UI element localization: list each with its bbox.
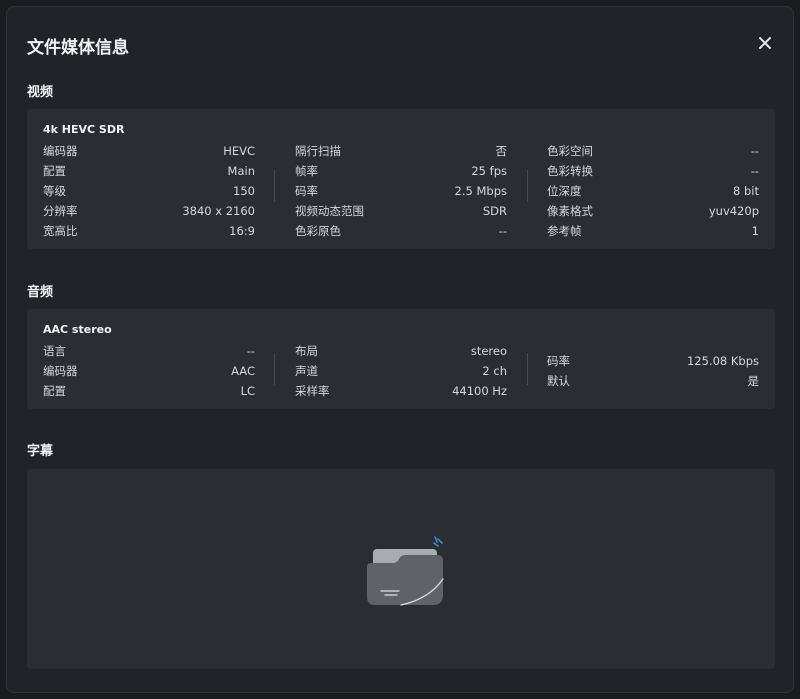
property-value: yuv420p	[708, 204, 759, 218]
video-row: 分辨率 3840 x 2160	[43, 201, 255, 221]
column-divider	[274, 353, 275, 385]
video-stream-title: 4k HEVC SDR	[43, 123, 125, 136]
property-value: HEVC	[223, 144, 255, 158]
property-label: 编码器	[43, 144, 78, 158]
audio-stream-card: AAC stereo 语言 -- 编码器 AAC 配置 LC 布局 stereo 声道 2…	[27, 309, 775, 409]
property-label: 布局	[295, 344, 318, 358]
property-value: 16:9	[229, 224, 255, 238]
property-value: 否	[495, 144, 508, 158]
property-value: AAC	[231, 364, 255, 378]
property-label: 配置	[43, 164, 66, 178]
property-label: 参考帧	[547, 224, 582, 238]
property-value: 125.08 Kbps	[686, 354, 759, 368]
audio-section-title: 音频	[27, 285, 54, 300]
audio-row: 布局 stereo	[295, 341, 507, 361]
property-label: 采样率	[295, 384, 330, 398]
property-label: 色彩空间	[547, 144, 593, 158]
video-row: 隔行扫描 否	[295, 141, 507, 161]
audio-row: 语言 --	[43, 341, 255, 361]
property-value: stereo	[470, 344, 507, 358]
video-row: 等级 150	[43, 181, 255, 201]
subtitles-empty-card	[27, 469, 775, 669]
property-value: Main	[227, 164, 255, 178]
video-row: 像素格式 yuv420p	[547, 201, 759, 221]
video-row: 视频动态范围 SDR	[295, 201, 507, 221]
property-label: 色彩原色	[295, 224, 341, 238]
close-button[interactable]	[755, 33, 775, 53]
video-row: 位深度 8 bit	[547, 181, 759, 201]
video-row: 色彩转换 --	[547, 161, 759, 181]
video-row: 宽高比 16:9	[43, 221, 255, 241]
video-stream-card: 4k HEVC SDR 编码器 HEVC 配置 Main 等级 150 分辨率 3840…	[27, 109, 775, 249]
column-divider	[527, 353, 528, 385]
property-label: 分辨率	[43, 204, 78, 218]
dialog-title: 文件媒体信息	[27, 38, 129, 58]
property-value: --	[498, 224, 507, 238]
property-value: 2 ch	[482, 364, 507, 378]
column-divider	[274, 170, 275, 202]
property-label: 位深度	[547, 184, 582, 198]
property-label: 像素格式	[547, 204, 593, 218]
property-label: 宽高比	[43, 224, 78, 238]
audio-row: 配置 LC	[43, 381, 255, 401]
subtitles-section-title: 字幕	[27, 444, 54, 459]
property-label: 隔行扫描	[295, 144, 341, 158]
empty-folder-icon	[367, 536, 444, 606]
column-divider	[527, 170, 528, 202]
property-value: 25 fps	[471, 164, 507, 178]
audio-row: 采样率 44100 Hz	[295, 381, 507, 401]
audio-row: 声道 2 ch	[295, 361, 507, 381]
property-value: 2.5 Mbps	[454, 184, 507, 198]
property-value: --	[750, 144, 759, 158]
video-row: 色彩空间 --	[547, 141, 759, 161]
audio-row: 码率 125.08 Kbps	[547, 351, 759, 371]
audio-row: 编码器 AAC	[43, 361, 255, 381]
property-value: 150	[233, 184, 255, 198]
property-value: SDR	[482, 204, 507, 218]
video-section-title: 视频	[27, 85, 54, 100]
audio-row: 默认 是	[547, 371, 759, 391]
video-row: 参考帧 1	[547, 221, 759, 241]
property-label: 默认	[547, 374, 570, 388]
video-row: 帧率 25 fps	[295, 161, 507, 181]
property-label: 视频动态范围	[295, 204, 364, 218]
property-value: 是	[747, 374, 760, 388]
property-value: 44100 Hz	[452, 384, 507, 398]
video-row: 配置 Main	[43, 161, 255, 181]
video-row: 编码器 HEVC	[43, 141, 255, 161]
video-row: 色彩原色 --	[295, 221, 507, 241]
property-label: 码率	[547, 354, 570, 368]
property-value: LC	[240, 384, 255, 398]
property-value: 1	[751, 224, 759, 238]
property-label: 帧率	[295, 164, 318, 178]
property-value: 3840 x 2160	[182, 204, 255, 218]
property-label: 码率	[295, 184, 318, 198]
property-label: 编码器	[43, 364, 78, 378]
media-info-dialog: 文件媒体信息 视频 4k HEVC SDR 编码器 HEVC 配置 Main 等级 1…	[6, 6, 794, 693]
property-label: 等级	[43, 184, 66, 198]
close-icon	[759, 37, 771, 49]
property-value: 8 bit	[733, 184, 759, 198]
audio-stream-title: AAC stereo	[43, 323, 112, 336]
video-row: 码率 2.5 Mbps	[295, 181, 507, 201]
property-label: 色彩转换	[547, 164, 593, 178]
property-label: 声道	[295, 364, 318, 378]
property-value: --	[750, 164, 759, 178]
property-label: 语言	[43, 344, 66, 358]
property-label: 配置	[43, 384, 66, 398]
property-value: --	[246, 344, 255, 358]
